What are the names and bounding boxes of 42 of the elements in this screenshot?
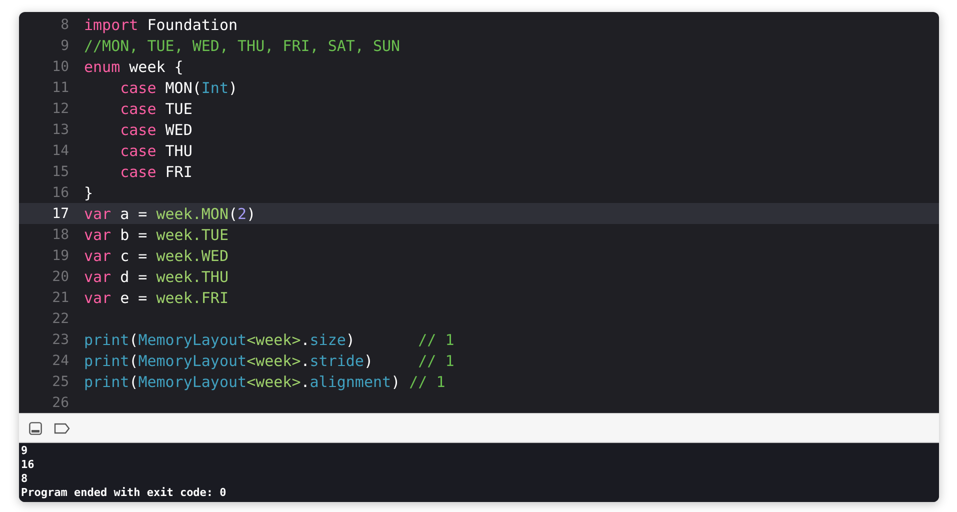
console-output-line: 16 (21, 458, 36, 472)
line-number: 13 (51, 122, 70, 138)
line-number: 17 (51, 206, 70, 222)
console-output-line: 8 (21, 472, 29, 486)
console-output-line: Program ended with exit code: 0 (21, 486, 228, 500)
line-number: 10 (51, 58, 70, 74)
code-line: //MON, TUE, WED, THU, FRI, SAT, SUN (84, 36, 400, 54)
line-number: 20 (51, 268, 70, 284)
code-line: var a = week.MON(2) (84, 204, 256, 222)
code-line: var b = week.TUE (84, 226, 228, 244)
code-line: print(MemoryLayout<week>.alignment) // 1 (84, 372, 446, 390)
line-number: 19 (51, 248, 70, 264)
code-line: import Foundation (84, 16, 238, 34)
line-number: 24 (51, 352, 70, 368)
hide-console-icon[interactable] (29, 422, 42, 434)
code-line: print(MemoryLayout<week>.stride) // 1 (84, 352, 454, 370)
line-number: 11 (51, 80, 70, 96)
line-number: 15 (51, 164, 70, 180)
line-number: 8 (60, 16, 70, 32)
line-number: 22 (51, 310, 70, 326)
code-line: print(MemoryLayout<week>.size) // 1 (84, 330, 454, 348)
code-line: case MON(Int) (120, 78, 238, 96)
console-output-line: 9 (21, 444, 29, 458)
code-line: var e = week.FRI (84, 288, 228, 306)
code-line: } (84, 184, 94, 202)
line-number: 26 (51, 394, 70, 410)
line-number: 25 (51, 374, 70, 390)
tag-icon[interactable] (54, 422, 70, 434)
code-line: case TUE (120, 100, 192, 118)
line-number: 12 (51, 100, 70, 116)
line-number: 23 (51, 332, 70, 348)
code-line: enum week { (84, 58, 184, 76)
line-number: 14 (51, 142, 70, 158)
code-line: var c = week.WED (84, 246, 228, 264)
code-line: case THU (120, 142, 192, 160)
code-line: case FRI (120, 162, 192, 180)
code-line: case WED (120, 120, 192, 138)
line-number: 16 (51, 184, 70, 200)
code-line: var d = week.THU (84, 268, 228, 286)
line-number: 21 (51, 290, 70, 306)
line-number: 9 (60, 38, 70, 54)
line-number: 18 (51, 226, 70, 242)
